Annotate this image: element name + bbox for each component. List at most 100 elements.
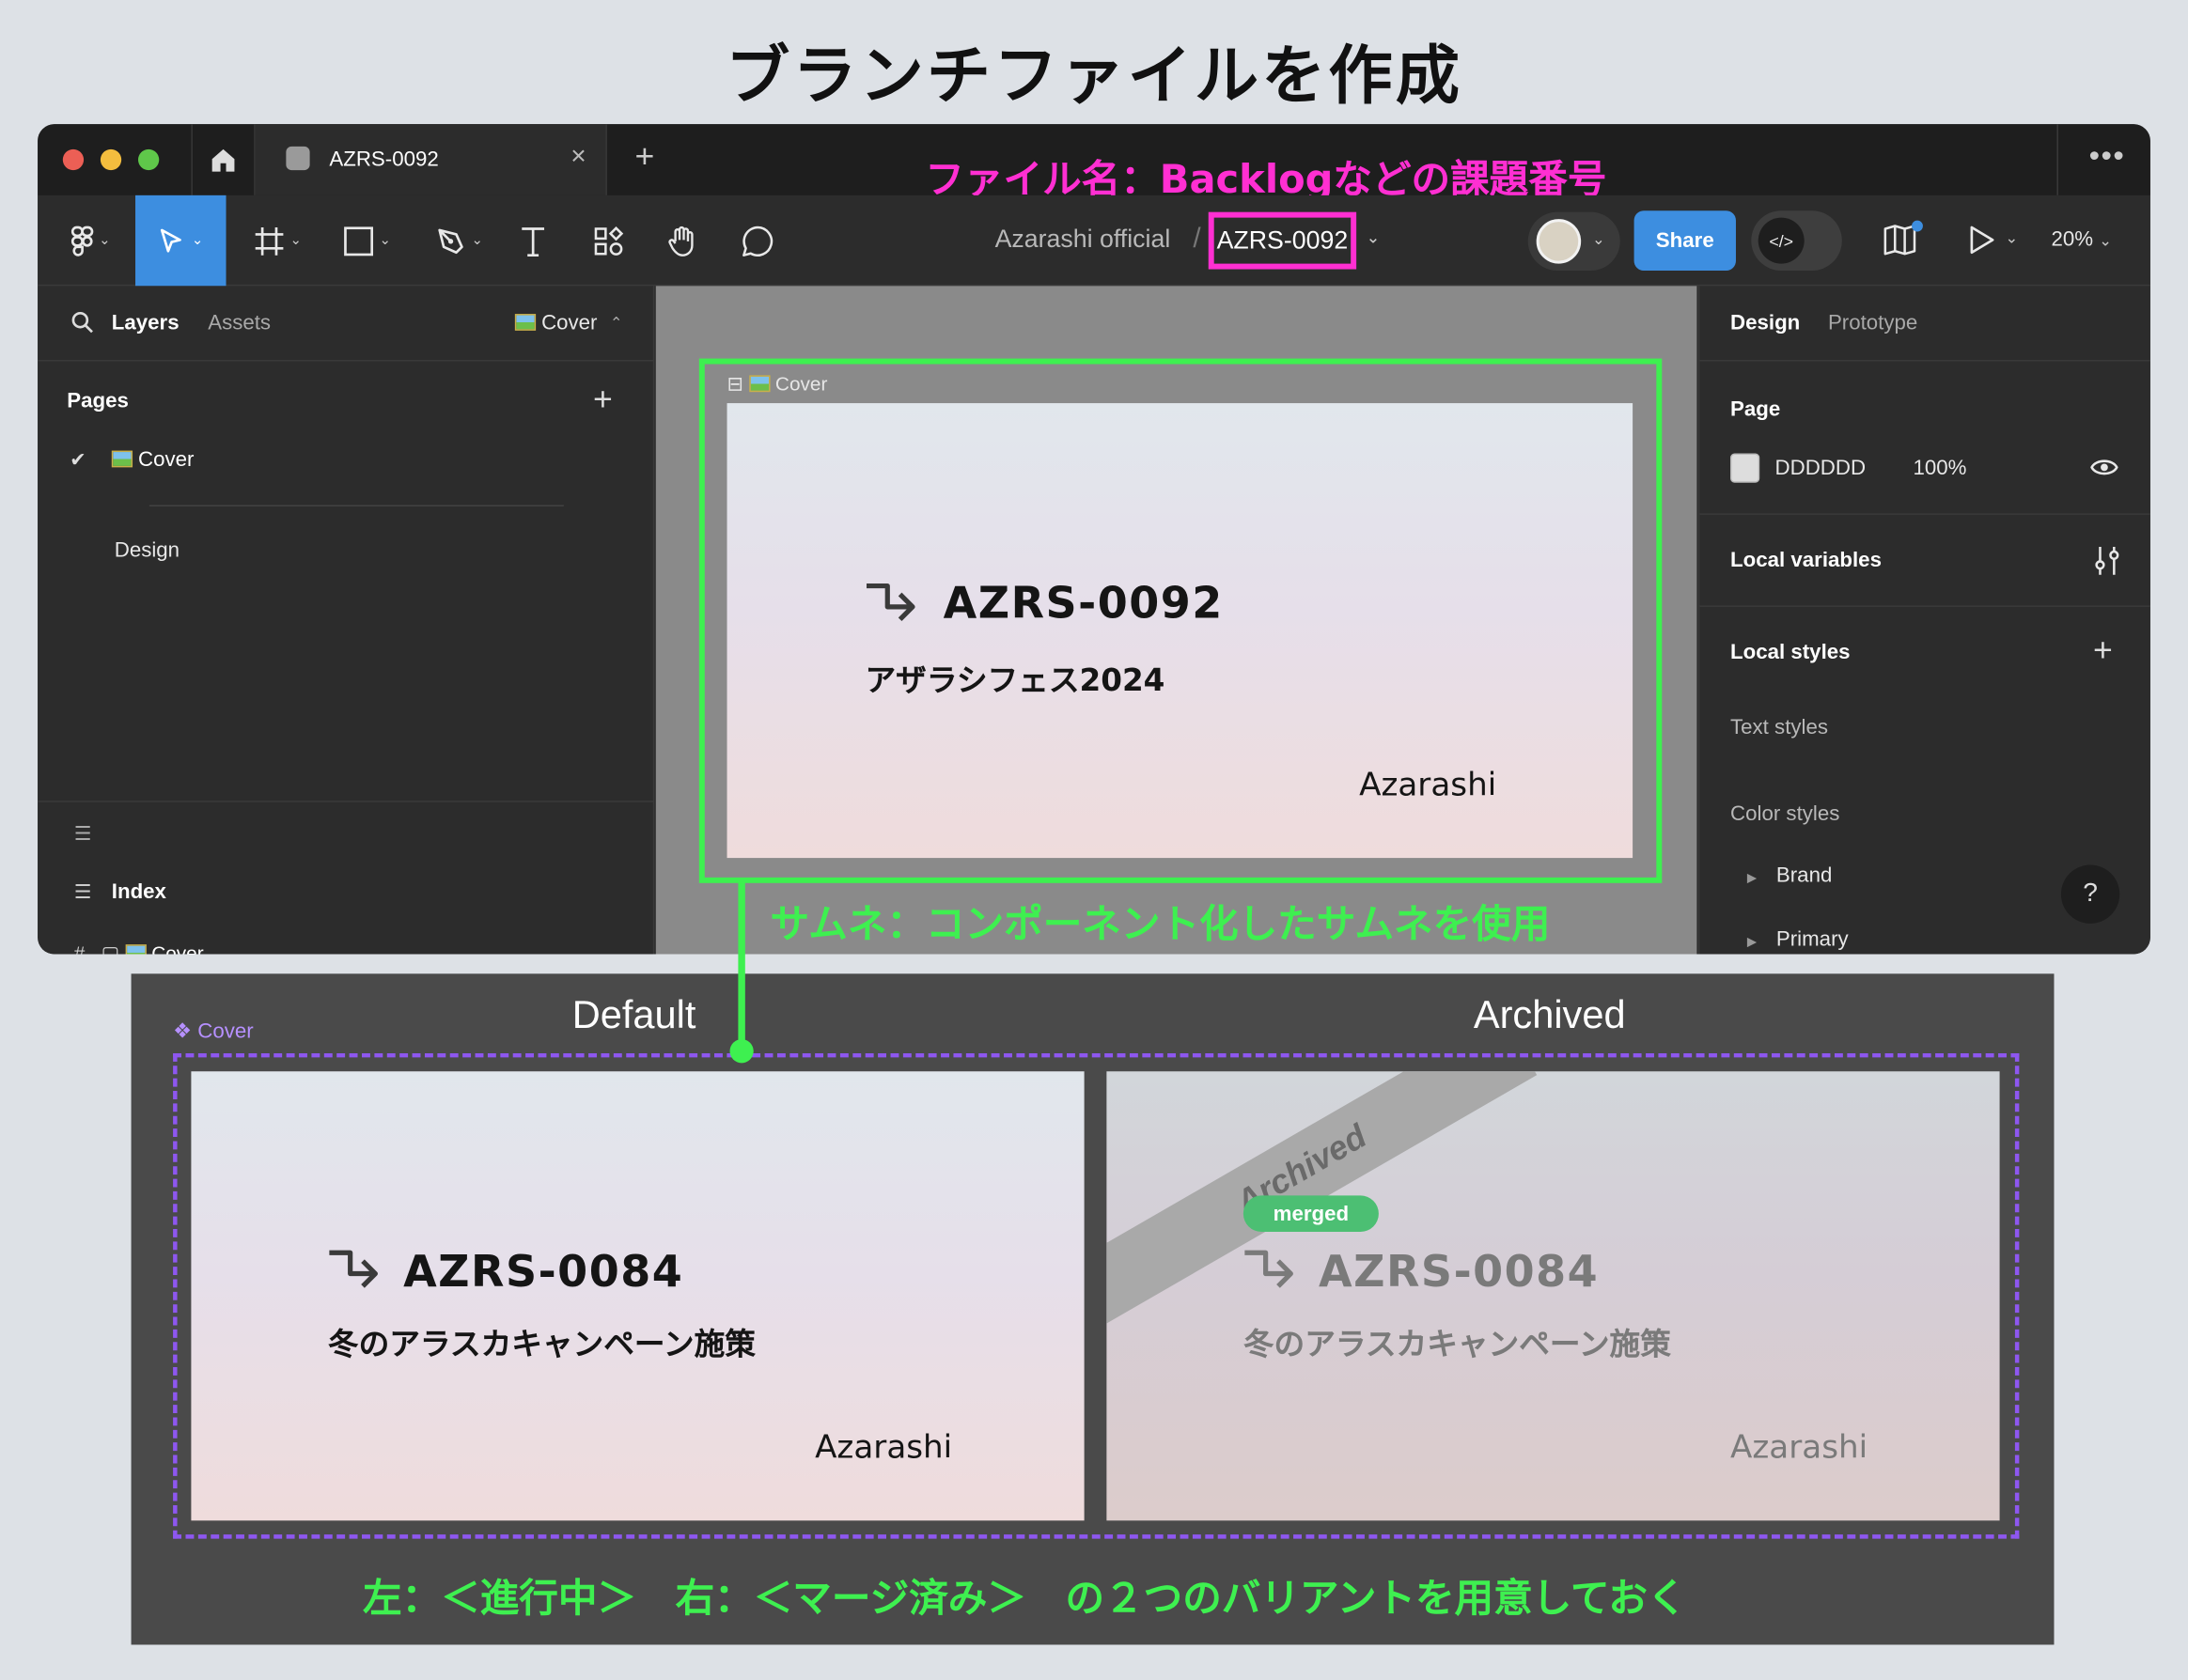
page-divider	[148, 505, 564, 506]
layer-index[interactable]: Index	[112, 880, 166, 904]
add-style-button[interactable]: +	[2093, 632, 2113, 672]
color-style-group-primary[interactable]: ▶ Primary	[1747, 927, 1849, 951]
component-set-panel: Default Archived ❖ Cover AZRS-0084 冬のアラス…	[131, 973, 2055, 1645]
more-menu-icon[interactable]: •••	[2089, 138, 2126, 175]
pages-heading: Pages	[67, 389, 129, 413]
thumbnail-highlight	[698, 358, 1663, 883]
multiplayer-button[interactable]: ⌄	[1527, 211, 1620, 272]
color-styles-heading: Color styles	[1730, 801, 1840, 826]
chevron-down-icon: ⌄	[191, 232, 204, 249]
components-icon	[594, 226, 624, 256]
canvas[interactable]: ⊟ Cover AZRS-0092 アザラシフェス2024 Azarashi サ…	[655, 286, 1697, 955]
zoom-level: 20%	[2051, 227, 2094, 252]
frame-icon	[255, 226, 284, 255]
chevron-down-icon[interactable]: ⌄	[1367, 227, 1381, 247]
help-button[interactable]: ?	[2060, 864, 2120, 924]
archived-variant-card[interactable]: Archived merged AZRS-0084 冬のアラスカキャンペーン施策…	[1106, 1071, 2000, 1521]
frame-tool-button[interactable]: ⌄	[244, 195, 311, 287]
add-page-button[interactable]: +	[593, 381, 613, 420]
comment-icon	[742, 226, 774, 257]
close-tab-icon[interactable]: ×	[570, 142, 586, 173]
layer-cover[interactable]: # ▢ Cover	[74, 941, 204, 955]
move-tool-button[interactable]: ⌄	[135, 194, 227, 287]
local-variables-button[interactable]: Local variables	[1730, 548, 1882, 571]
default-variant-heading: Default	[571, 993, 696, 1037]
text-tool-button[interactable]	[512, 195, 555, 287]
section-icon: ☰	[73, 879, 92, 903]
main-menu-button[interactable]: ⌄	[60, 195, 121, 287]
page-heading: ブランチファイルを作成	[726, 38, 1462, 114]
picture-icon	[111, 450, 133, 468]
home-tab[interactable]	[191, 124, 256, 195]
variants-annotation: 左：＜進行中＞ 右：＜マージ済み＞ の２つのバリアントを用意しておく	[363, 1575, 1687, 1622]
sliders-icon[interactable]	[2095, 546, 2120, 583]
eye-icon[interactable]	[2090, 456, 2118, 485]
picture-icon	[124, 944, 147, 955]
color-style-group-brand[interactable]: ▶ Brand	[1747, 863, 1832, 887]
left-panel: Layers Assets Cover ⌃ Pages + ✔ Cover De…	[38, 286, 655, 955]
tab-prototype[interactable]: Prototype	[1828, 311, 1917, 334]
breadcrumb-separator: /	[1193, 223, 1201, 255]
toolbar: ⌄ ⌄ ⌄ ⌄ ⌄ Azarashi official / AZRS-0092 …	[38, 194, 2150, 287]
figma-window: AZRS-0092 × + ファイル名：Backlogなどの課題番号 ••• ⌄…	[38, 124, 2150, 955]
card-id: AZRS-0084	[1319, 1247, 1600, 1298]
resources-button[interactable]	[587, 195, 630, 287]
shape-tool-button[interactable]: ⌄	[334, 195, 400, 287]
merged-badge: merged	[1242, 1195, 1379, 1232]
default-variant-card[interactable]: AZRS-0084 冬のアラスカキャンペーン施策 Azarashi	[191, 1071, 1085, 1521]
card-title: 冬のアラスカキャンペーン施策	[1242, 1328, 1671, 1363]
file-tab[interactable]: AZRS-0092 ×	[255, 124, 607, 195]
text-icon	[522, 226, 545, 257]
chevron-down-icon: ⌄	[289, 232, 302, 249]
minimize-window-button[interactable]	[100, 148, 122, 171]
title-bar: AZRS-0092 × + ファイル名：Backlogなどの課題番号 •••	[38, 124, 2150, 202]
divider	[1699, 360, 2150, 362]
chevron-down-icon[interactable]: ⌄	[2006, 228, 2019, 247]
pen-icon	[438, 227, 463, 254]
pen-tool-button[interactable]: ⌄	[426, 195, 492, 287]
notification-dot	[1912, 220, 1923, 232]
play-icon	[1970, 226, 1994, 255]
check-icon: ✔	[70, 447, 86, 471]
present-button[interactable]	[1966, 224, 1997, 264]
chevron-down-icon: ⌄	[2099, 232, 2112, 250]
chevron-down-icon: ⌄	[99, 232, 111, 249]
new-tab-button[interactable]: +	[635, 138, 655, 178]
page-opacity-value[interactable]: 100%	[1914, 456, 1967, 479]
team-name-link[interactable]: Azarashi official	[995, 225, 1171, 254]
code-icon: </>	[1758, 217, 1805, 264]
divider	[2056, 124, 2058, 195]
tab-assets[interactable]: Assets	[208, 311, 271, 334]
page-item-cover[interactable]: Cover	[111, 448, 194, 472]
share-button[interactable]: Share	[1633, 210, 1736, 272]
close-window-button[interactable]	[62, 148, 85, 171]
local-styles-heading: Local styles	[1730, 640, 1851, 664]
component-set-label[interactable]: ❖ Cover	[173, 1019, 254, 1043]
page-item-design[interactable]: Design	[115, 538, 180, 562]
zoom-menu[interactable]: 20% ⌄	[2052, 227, 2112, 251]
card-id: AZRS-0084	[403, 1247, 684, 1298]
maximize-window-button[interactable]	[137, 148, 160, 171]
tab-design[interactable]: Design	[1730, 311, 1800, 334]
tab-layers[interactable]: Layers	[112, 311, 180, 334]
dev-mode-toggle[interactable]: </>	[1751, 210, 1842, 272]
divider	[1699, 513, 2150, 515]
comment-tool-button[interactable]	[735, 195, 780, 287]
page-color-value[interactable]: DDDDDD	[1775, 456, 1867, 479]
file-name-field[interactable]: AZRS-0092	[1208, 211, 1357, 270]
annotation-connector	[738, 881, 745, 1052]
page-selector-label: Cover	[541, 311, 598, 335]
right-panel: Design Prototype Page DDDDDD 100% Local …	[1697, 286, 2150, 955]
hand-tool-button[interactable]	[662, 195, 704, 287]
page-selector[interactable]: Cover	[514, 311, 598, 335]
card-title: 冬のアラスカキャンペーン施策	[327, 1328, 756, 1363]
page-color-swatch[interactable]	[1730, 453, 1760, 483]
chevron-down-icon: ⌄	[471, 232, 483, 249]
chevron-down-icon: ⌄	[379, 232, 391, 249]
chevron-up-icon[interactable]: ⌃	[610, 314, 623, 333]
layer-label: Cover	[151, 941, 204, 955]
search-icon[interactable]	[71, 311, 94, 340]
cursor-icon	[161, 227, 182, 252]
card-brand: Azarashi	[815, 1429, 953, 1467]
divider	[1699, 605, 2150, 607]
